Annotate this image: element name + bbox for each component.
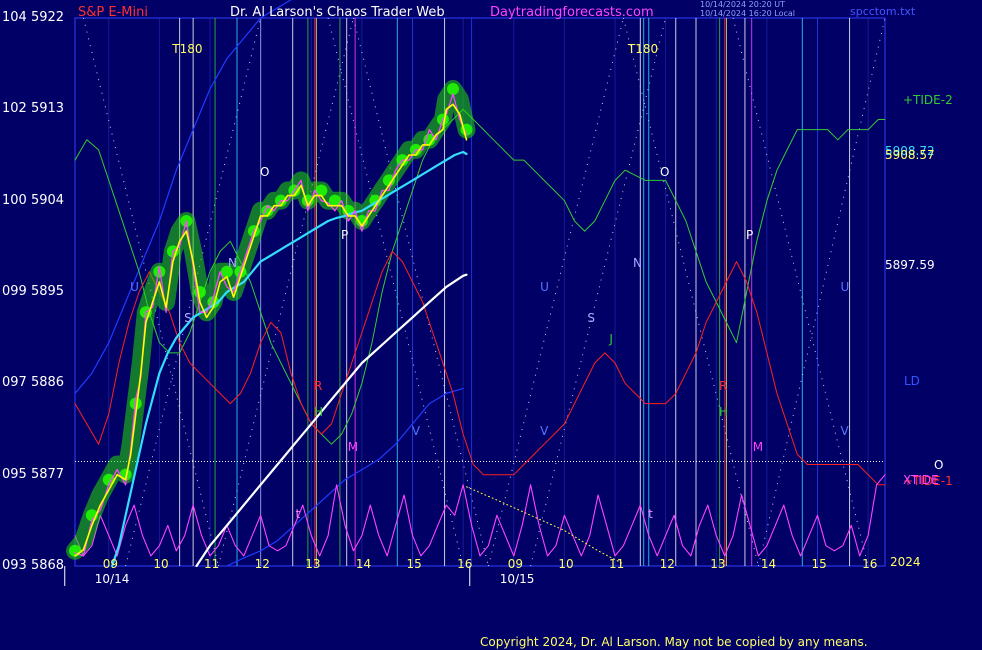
dotted-diagonal-8 — [530, 17, 667, 567]
band-dot-56 — [447, 83, 459, 96]
site-link[interactable]: Daytradingforecasts.com — [490, 6, 654, 20]
x-tick-14: 15 — [811, 557, 827, 571]
y-tick-2: 100 5904 — [2, 192, 65, 208]
tide2-label: +TIDE-2 — [903, 93, 953, 107]
x-tick-0: 09 — [102, 557, 119, 571]
copyright-text: Copyright 2024, Dr. Al Larson. May not b… — [480, 635, 868, 649]
annotation-16: t — [295, 507, 301, 522]
annotation-1: T180 — [627, 42, 659, 57]
y-tick-1: 102 5913 — [2, 101, 65, 117]
x-tick-3: 12 — [254, 557, 270, 571]
price-label-b: 5908.57 — [885, 148, 935, 162]
annotation-17: t — [648, 507, 653, 522]
annotation-7: N — [632, 255, 642, 270]
annotation-24: U — [840, 279, 850, 294]
y-tick-5: 095 5877 — [2, 466, 65, 482]
annotation-23: U — [540, 279, 549, 294]
date-label-0: 10/14 — [94, 572, 130, 586]
year-label: 2024 — [890, 555, 921, 569]
series-blue_lower — [226, 387, 464, 567]
annotation-10: R — [314, 379, 323, 394]
chaos-trader-chart — [64, 0, 886, 586]
x-tick-2: 11 — [204, 557, 220, 571]
annotation-14: M — [347, 440, 359, 455]
y-tick-3: 099 5895 — [2, 284, 65, 299]
ld-label: LD — [904, 374, 920, 388]
file-name: spcctom.txt — [850, 5, 916, 18]
annotation-13: H — [719, 404, 729, 419]
dotted-diagonal-3 — [487, 17, 624, 567]
annotation-5: P — [746, 228, 754, 243]
annotation-19: V — [411, 424, 421, 439]
instrument-name: S&P E-Mini — [78, 5, 148, 20]
timestamp-local: 10/14/2024 16:20 Local — [700, 9, 795, 18]
annotation-0: T180 — [172, 42, 203, 57]
annotation-2: O — [260, 165, 270, 180]
x-tick-15: 16 — [862, 557, 878, 571]
x-tick-9: 10 — [558, 557, 574, 571]
x-tick-7: 16 — [457, 557, 473, 571]
dotted-diagonal-5 — [757, 17, 886, 567]
series-cyan — [111, 150, 468, 568]
date-label-1: 10/15 — [499, 572, 535, 586]
annotation-12: H — [314, 404, 324, 419]
x-tick-6: 15 — [406, 557, 422, 571]
annotation-3: O — [659, 165, 670, 180]
annotation-18: J — [609, 331, 613, 346]
annotation-9: S — [587, 311, 595, 326]
y-tick-4: 097 5886 — [2, 375, 65, 391]
x-tick-1: 10 — [153, 557, 169, 571]
annotation-4: P — [341, 228, 349, 243]
o-right-label: O — [934, 458, 944, 472]
annotation-6: N — [227, 255, 237, 270]
x-tick-13: 14 — [760, 557, 777, 571]
series-dotted_yellow — [466, 486, 624, 565]
x-tick-5: 14 — [355, 557, 372, 571]
x-tick-12: 13 — [710, 557, 726, 571]
x-tick-10: 11 — [609, 557, 625, 571]
y-tick-6: 093 5868 — [2, 558, 65, 573]
annotation-20: V — [540, 424, 549, 439]
xtide-label: XTIDE — [903, 473, 939, 487]
series-yellow — [74, 103, 468, 557]
price-label-c: 5897.59 — [885, 258, 935, 272]
y-tick-0: 104 5922 — [2, 10, 65, 25]
x-tick-4: 13 — [305, 557, 321, 571]
x-tick-8: 09 — [507, 557, 524, 571]
annotation-11: R — [719, 379, 728, 394]
annotation-15: M — [752, 440, 764, 455]
chart-title: Dr. Al Larson's Chaos Trader Web — [230, 5, 445, 20]
x-tick-11: 12 — [659, 557, 675, 571]
annotation-8: S — [184, 311, 192, 326]
annotation-22: U — [130, 279, 139, 294]
timestamp-ut: 10/14/2024 20:20 UT — [700, 0, 785, 9]
series-oscillator — [74, 474, 886, 557]
annotation-21: V — [840, 424, 849, 439]
